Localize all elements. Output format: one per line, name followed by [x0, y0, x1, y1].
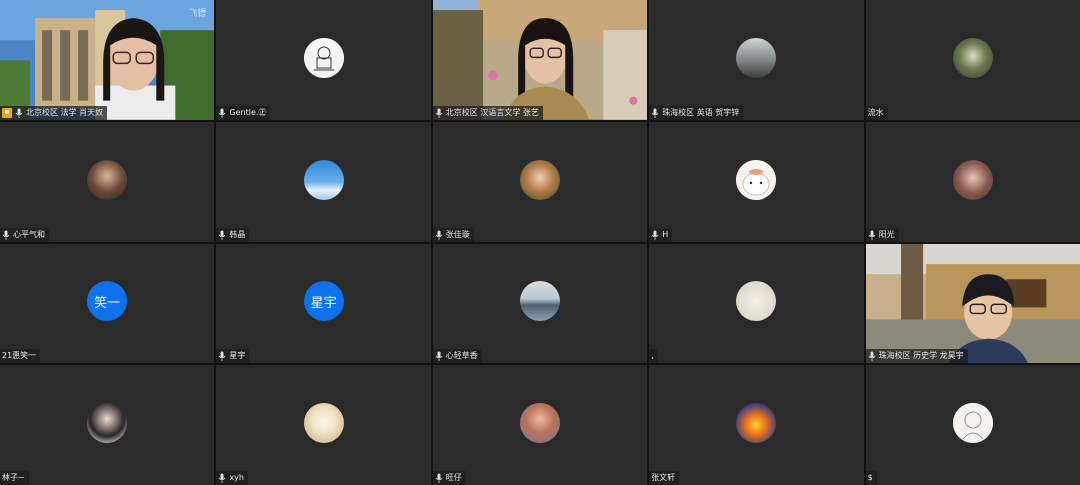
participant-name: 旺仔 [445, 473, 462, 482]
participant-tile[interactable]: 旺仔 [432, 365, 648, 485]
microphone-icon [2, 230, 10, 240]
microphone-icon [868, 230, 875, 240]
participant-avatar [736, 281, 777, 322]
participant-name-bar: 21惠笑一 [0, 349, 41, 364]
participant-avatar [87, 159, 128, 200]
participant-avatar [952, 403, 993, 444]
participant-tile[interactable]: 阳光 [865, 121, 1080, 242]
participant-tile[interactable]: 心轻草香 [432, 243, 648, 364]
participant-name-bar: 心平气和 [0, 227, 49, 242]
participant-initials-avatar: 星宇 [303, 281, 344, 322]
microphone-icon [651, 230, 659, 240]
participant-name: , [651, 351, 654, 361]
microphone-icon [868, 351, 875, 362]
participant-name-bar: 星宇 [216, 349, 250, 364]
participant-tile[interactable]: 飞镖 北京校区 法学 肖天奴 [0, 0, 215, 120]
participant-avatar [736, 159, 777, 200]
participant-name: 韩晶 [229, 229, 246, 239]
participant-name-bar: 韩晶 [216, 227, 250, 242]
participant-name: 张文轩 [651, 473, 676, 482]
participant-name-bar: H [649, 227, 673, 242]
participant-avatar [303, 37, 344, 78]
participant-avatar [519, 281, 560, 322]
participant-name: 阳光 [878, 229, 895, 239]
participant-tile[interactable]: 珠海校区 历史学 龙昊宇 [865, 243, 1080, 364]
participant-avatar [519, 403, 560, 444]
participant-name: $ [867, 473, 873, 482]
participant-name-bar: 珠海校区 历史学 龙昊宇 [865, 349, 968, 364]
participant-tile[interactable]: $ [865, 365, 1080, 485]
participant-name: 林子~ [2, 473, 25, 482]
microphone-icon [435, 108, 443, 118]
microphone-icon [435, 230, 443, 240]
participant-name: 流水 [867, 107, 884, 117]
participant-tile[interactable]: 珠海校区 英语 贺宇锌 [649, 0, 864, 120]
participant-avatar [303, 159, 344, 200]
participant-video: 飞镖 [0, 0, 215, 120]
participant-avatar [303, 403, 344, 444]
participant-name: 星宇 [229, 351, 246, 361]
participant-name: 21惠笑一 [2, 351, 37, 361]
microphone-icon [435, 473, 443, 483]
participant-name-bar: 北京校区 法学 肖天奴 [0, 105, 108, 120]
participant-name: H [662, 229, 669, 239]
participant-tile[interactable]: Gentle.㊣ [216, 0, 431, 120]
participant-name-bar: 阳光 [865, 227, 899, 242]
participant-name: 珠海校区 历史学 龙昊宇 [878, 351, 964, 361]
host-icon [2, 107, 12, 118]
participant-initials-avatar: 笑一 [87, 281, 128, 322]
participant-name: 北京校区 汉语言文学 张艺 [445, 107, 539, 117]
participant-name: 心平气和 [13, 229, 45, 239]
microphone-icon [219, 108, 226, 118]
watermark-text: 飞镖 [188, 9, 207, 19]
participant-name: 张佳璇 [445, 229, 470, 239]
participant-avatar [87, 403, 128, 444]
participant-avatar [952, 37, 993, 78]
microphone-icon [219, 230, 226, 240]
participant-tile[interactable]: 笑一 21惠笑一 [0, 243, 215, 364]
participant-name-bar: 珠海校区 英语 贺宇锌 [649, 105, 744, 120]
participant-avatar [736, 37, 777, 78]
participant-name-bar: 旺仔 [432, 471, 466, 485]
participant-avatar [519, 159, 560, 200]
microphone-icon [651, 108, 659, 118]
participant-tile[interactable]: xyh [216, 365, 431, 485]
participant-avatar [736, 403, 777, 444]
participant-tile[interactable]: , [649, 243, 864, 364]
microphone-icon [219, 473, 226, 483]
participant-tile[interactable]: H [649, 121, 864, 242]
participant-tile[interactable]: 流水 [865, 0, 1080, 120]
participant-name-bar: 北京校区 汉语言文学 张艺 [432, 105, 543, 120]
microphone-icon [435, 351, 443, 362]
participant-name: 北京校区 法学 肖天奴 [26, 107, 104, 117]
participant-name-bar: 张佳璇 [432, 227, 474, 242]
participant-name: 心轻草香 [445, 351, 478, 361]
participant-name-bar: xyh [216, 471, 248, 485]
participant-video [432, 0, 648, 120]
participant-avatar [952, 159, 993, 200]
participant-tile[interactable]: 林子~ [0, 365, 215, 485]
participant-name-bar: Gentle.㊣ [216, 105, 271, 120]
participant-name: xyh [229, 473, 244, 482]
video-gallery: 飞镖 北京校区 法学 肖天奴 Gentle.㊣ 北京校区 汉语言文学 张艺 珠海… [0, 0, 1080, 485]
participant-tile[interactable]: 韩晶 [216, 121, 431, 242]
participant-tile[interactable]: 北京校区 汉语言文学 张艺 [432, 0, 648, 120]
participant-name: Gentle.㊣ [229, 107, 267, 117]
participant-tile[interactable]: 心平气和 [0, 121, 215, 242]
participant-tile[interactable]: 星宇 星宇 [216, 243, 431, 364]
participant-name-bar: 流水 [865, 105, 888, 120]
participant-name-bar: 林子~ [0, 471, 29, 485]
participant-name-bar: $ [865, 471, 877, 485]
participant-tile[interactable]: 张文轩 [649, 365, 864, 485]
microphone-icon [15, 108, 23, 118]
participant-name-bar: 心轻草香 [432, 349, 482, 364]
participant-video [865, 243, 1080, 364]
microphone-icon [219, 351, 226, 362]
participant-name: 珠海校区 英语 贺宇锌 [662, 107, 740, 117]
participant-name-bar: 张文轩 [649, 471, 680, 485]
participant-tile[interactable]: 张佳璇 [432, 121, 648, 242]
participant-name-bar: , [649, 349, 658, 364]
